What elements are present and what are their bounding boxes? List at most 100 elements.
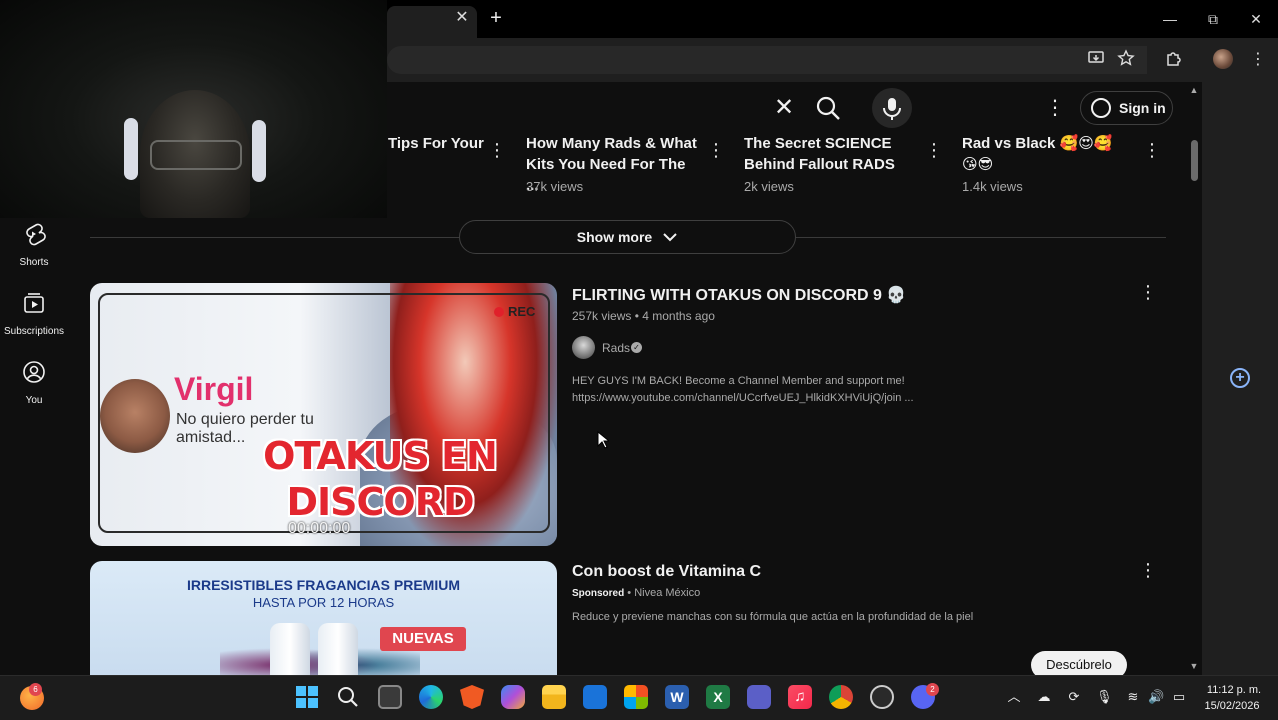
wifi-icon[interactable]: ≋ [1125, 689, 1141, 705]
ad-badge: NUEVAS [380, 627, 466, 651]
show-more-button[interactable]: Show more [459, 220, 796, 254]
microphone-tray-icon[interactable]: 🎙 [1096, 689, 1113, 705]
product-bottle [318, 623, 358, 675]
store-icon[interactable] [624, 685, 648, 709]
tab-close-icon[interactable]: ✕ [455, 10, 469, 26]
short-menu-button[interactable]: ⋮ [707, 140, 725, 160]
battery-icon[interactable]: ▭ [1171, 689, 1187, 705]
sign-in-button[interactable]: Sign in [1080, 91, 1173, 125]
you-icon [23, 361, 45, 383]
search-button[interactable] [813, 93, 843, 123]
itunes-icon[interactable]: ♫ [788, 685, 812, 709]
product-bottle [270, 623, 310, 675]
nav-label: You [25, 395, 43, 406]
onedrive-icon[interactable]: ☁ [1036, 689, 1052, 705]
short-menu-button[interactable]: ⋮ [488, 140, 506, 160]
nav-shorts[interactable]: Shorts [0, 222, 68, 282]
ad-thumbnail-subheadline: HASTA POR 12 HORAS [252, 595, 395, 610]
obs-icon[interactable] [870, 685, 894, 709]
add-circle-icon[interactable]: + [1230, 368, 1250, 388]
ad-thumbnail-headline: IRRESISTIBLES FRAGANCIAS PREMIUM [186, 577, 460, 593]
short-views: 2k views [744, 179, 794, 194]
channel-avatar[interactable] [572, 336, 595, 359]
start-icon[interactable] [295, 685, 319, 709]
discord-badge: 2 [926, 683, 939, 696]
profile-avatar[interactable] [1213, 49, 1233, 69]
glasses [150, 140, 242, 170]
ad-metadata: Sponsored • Nivea México [572, 587, 700, 599]
show-more-label: Show more [576, 229, 653, 245]
scroll-down-arrow-icon[interactable]: ▼ [1189, 661, 1199, 671]
thumbnail-timer: 00:00:00 [288, 520, 351, 537]
video-title[interactable]: FLIRTING WITH OTAKUS ON DISCORD 9 💀 [572, 285, 906, 305]
task-view-icon[interactable] [378, 685, 402, 709]
short-views: 37k views [526, 179, 584, 194]
thumbnail-headline: OTAKUS EN DISCORD [263, 434, 498, 524]
channel-name[interactable]: Rads [602, 341, 630, 355]
excel-icon[interactable]: X [706, 685, 730, 709]
new-tab-button[interactable]: + [487, 8, 505, 28]
ad-thumbnail[interactable]: IRRESISTIBLES FRAGANCIAS PREMIUM HASTA P… [90, 561, 557, 675]
verified-icon: ✓ [631, 342, 642, 353]
sign-in-label: Sign in [1119, 100, 1166, 116]
close-window-button[interactable]: ✕ [1246, 9, 1266, 29]
subscriptions-icon [24, 293, 44, 313]
nav-you[interactable]: You [0, 360, 68, 420]
short-title[interactable]: The Secret SCIENCE Behind Fallout RADS [744, 133, 919, 175]
address-bar[interactable] [387, 46, 1147, 74]
chrome-icon[interactable] [829, 685, 853, 709]
file-explorer-icon[interactable] [542, 685, 566, 709]
video-thumbnail[interactable]: REC Virgil No quiero perder tu amistad..… [90, 283, 557, 546]
rec-indicator-icon [494, 307, 504, 317]
short-views: 1.4k views [962, 179, 1023, 194]
voice-search-button[interactable] [872, 88, 912, 128]
webcam-overlay [0, 0, 387, 218]
account-icon [1091, 98, 1111, 118]
caller-avatar [100, 379, 170, 453]
search-icon [816, 96, 840, 120]
clock-date[interactable]: 15/02/2026 [1199, 700, 1265, 712]
rec-label: REC [508, 304, 536, 319]
shorts-icon [26, 223, 46, 246]
video-metadata: 257k views • 4 months ago [572, 309, 715, 323]
short-menu-button[interactable]: ⋮ [925, 140, 943, 160]
sync-icon[interactable]: ⟳ [1066, 689, 1082, 705]
short-menu-button[interactable]: ⋮ [1143, 140, 1161, 160]
headset [124, 118, 138, 180]
short-title[interactable]: Rad vs Black 🥰😍🥰 😘😎 [962, 133, 1127, 175]
chrome-menu-icon[interactable]: ⋮ [1247, 49, 1269, 71]
youtube-settings-menu[interactable]: ⋮ [1045, 96, 1065, 120]
tray-overflow-icon[interactable]: ︿ [1006, 689, 1022, 705]
caller-name: Virgil [174, 371, 254, 407]
outlook-icon[interactable] [583, 685, 607, 709]
extensions-icon[interactable] [1163, 49, 1185, 71]
volume-icon[interactable]: 🔊 [1148, 689, 1164, 705]
video-menu-button[interactable]: ⋮ [1139, 281, 1157, 303]
ad-description: Reduce y previene manchas con su fórmula… [572, 611, 974, 623]
chevron-down-icon [663, 233, 677, 242]
nav-subscriptions[interactable]: Subscriptions [0, 291, 68, 351]
restore-button[interactable]: ⧉ [1203, 9, 1223, 29]
scrollbar-thumb[interactable] [1191, 140, 1198, 181]
search-clear-button[interactable]: ✕ [771, 95, 797, 121]
sponsored-label: Sponsored [572, 588, 625, 599]
video-description: HEY GUYS I'M BACK! Become a Channel Memb… [572, 375, 914, 404]
minimize-button[interactable]: — [1160, 9, 1180, 29]
word-icon[interactable]: W [665, 685, 689, 709]
advertiser-name: • Nivea México [627, 587, 701, 599]
nav-label: Shorts [19, 257, 49, 268]
install-app-icon[interactable] [1085, 49, 1107, 71]
teams-icon[interactable] [747, 685, 771, 709]
edge-icon[interactable] [419, 685, 443, 709]
copilot-icon[interactable] [501, 685, 525, 709]
nav-label: Subscriptions [3, 326, 65, 337]
search-icon[interactable] [336, 685, 360, 709]
scroll-up-arrow-icon[interactable]: ▲ [1189, 85, 1199, 95]
headset [252, 120, 266, 182]
bookmark-star-icon[interactable] [1115, 49, 1137, 71]
microphone-icon [883, 98, 901, 120]
weather-badge: 6 [29, 683, 42, 696]
ad-title[interactable]: Con boost de Vitamina C [572, 563, 761, 581]
ad-menu-button[interactable]: ⋮ [1139, 559, 1157, 581]
clock-time[interactable]: 11:12 p. m. [1203, 684, 1265, 696]
